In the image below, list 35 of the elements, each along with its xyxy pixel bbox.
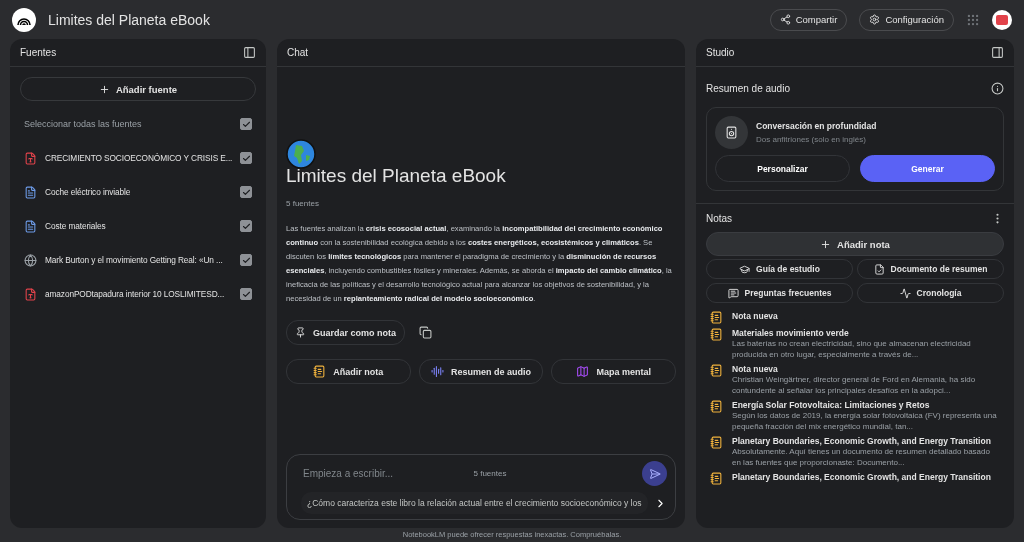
note-preview: Christian Weingärtner, director general de Ford en Alemania, ha sido contundente al señalar los principales desafíos en la adopci... — [732, 375, 977, 396]
note-title[interactable]: Energía Solar Fotovoltaica: Limitaciones y Retos — [732, 400, 1000, 411]
audio-summary-button[interactable]: Resumen de audio — [418, 359, 544, 384]
panel-title: Studio — [706, 47, 735, 58]
note-preview: Absolutamente. Aquí tienes un documento de resumen detallado basado en las fuentes que proporcionaste: Documento... — [732, 447, 991, 468]
note-title[interactable]: Planetary Boundaries, Economic Growth, and Energy Transition — [732, 472, 991, 483]
card-subtitle: Dos anfitriones (solo en inglés) — [756, 135, 867, 144]
panel-title: Fuentes — [20, 47, 57, 58]
panel-title: Chat — [287, 47, 309, 58]
note-title[interactable]: Nota nueva — [732, 364, 1000, 375]
generate-button[interactable]: Generar — [860, 155, 995, 182]
message-field[interactable]: Empieza a escribir... — [301, 467, 466, 480]
note-preview: Las baterías no crean electricidad, sino que almacenan electricidad producida en otro lugar, especialmente a través de... — [732, 339, 972, 360]
note-title[interactable]: Nota nueva — [732, 311, 778, 322]
source-name[interactable]: Coste materiales — [45, 221, 232, 231]
mind-map-button[interactable]: Mapa mental — [551, 359, 676, 384]
add-note-button[interactable]: Añadir nota — [706, 232, 1004, 256]
select-all-label: Seleccionar todas las fuentes — [24, 119, 143, 129]
section-title: Notas — [706, 212, 733, 224]
note-title[interactable]: Planetary Boundaries, Economic Growth, and Energy Transition — [732, 436, 1000, 447]
save-note-button[interactable]: Guardar como nota — [286, 320, 405, 345]
card-title: Conversación en profundidad — [756, 121, 877, 131]
suggested-question[interactable]: ¿Cómo caracteriza este libro la relación actual entre el crecimiento socioeconómico y los — [301, 492, 648, 514]
source-name[interactable]: amazonPODtapadura interior 10 LOSLIMITESD... — [45, 289, 232, 299]
note-title[interactable]: Materiales movimiento verde — [732, 328, 1000, 339]
source-name[interactable]: Mark Burton y el movimiento Getting Real: «Un ... — [45, 255, 232, 265]
source-name[interactable]: CRECIMIENTO SOCIOECONÓMICO Y CRISIS E... — [45, 153, 233, 163]
source-count: 5 fuentes — [286, 199, 320, 208]
source-name[interactable]: Coche eléctrico inviable — [45, 187, 232, 197]
section-title: Resumen de audio — [706, 82, 790, 94]
add-note-button[interactable]: Añadir nota — [286, 359, 411, 384]
source-count: 5 fuentes — [473, 469, 508, 478]
notebook-title: Limites del Planeta eBook — [48, 11, 211, 28]
note-preview: Según los datos de 2019, la energía solar fotovoltaica (FV) representa una pequeña fracción del mix energético mundial, tan... — [732, 411, 998, 432]
notebook-heading: Limites del Planeta eBook — [286, 165, 507, 187]
